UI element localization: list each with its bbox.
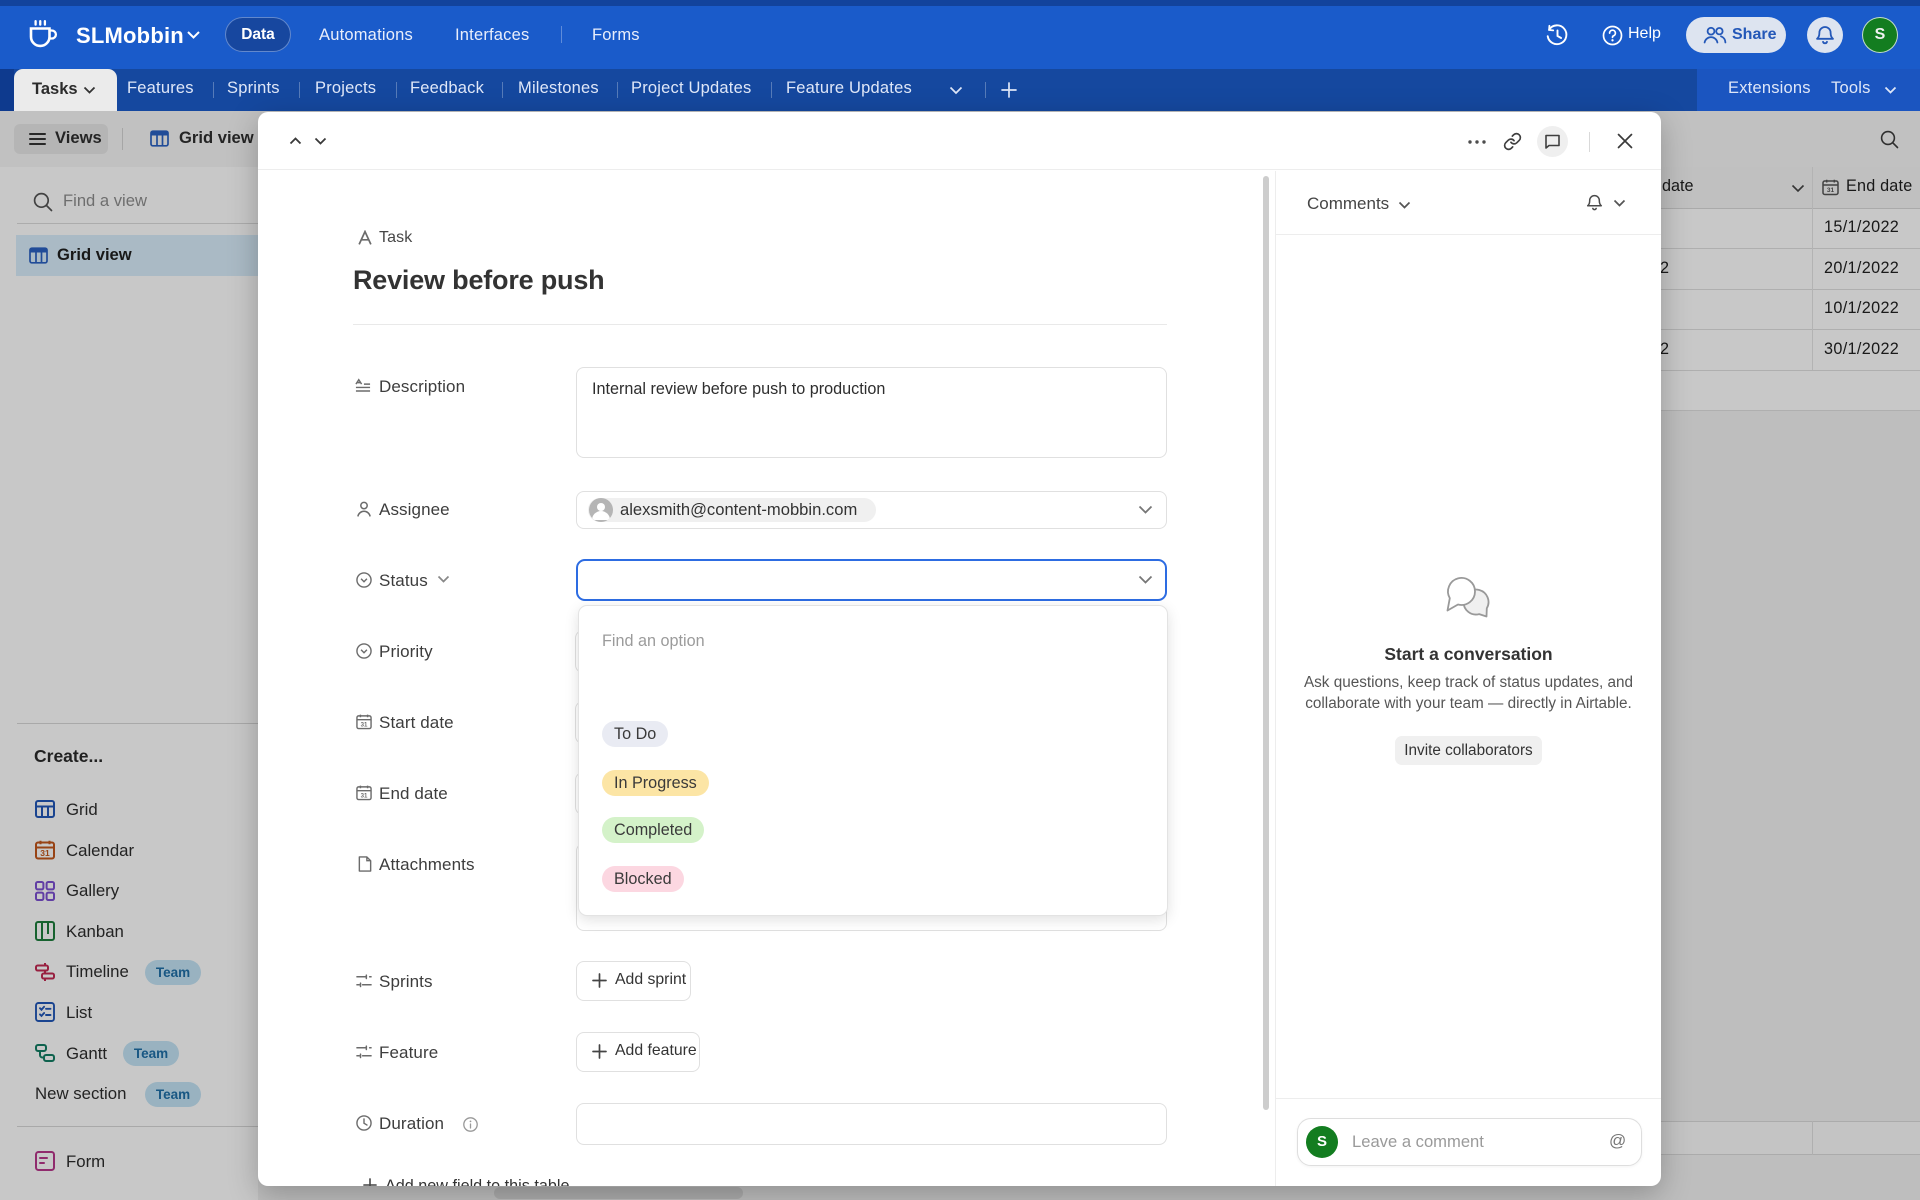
svg-text:31: 31	[361, 722, 368, 729]
svg-text:31: 31	[361, 793, 368, 800]
